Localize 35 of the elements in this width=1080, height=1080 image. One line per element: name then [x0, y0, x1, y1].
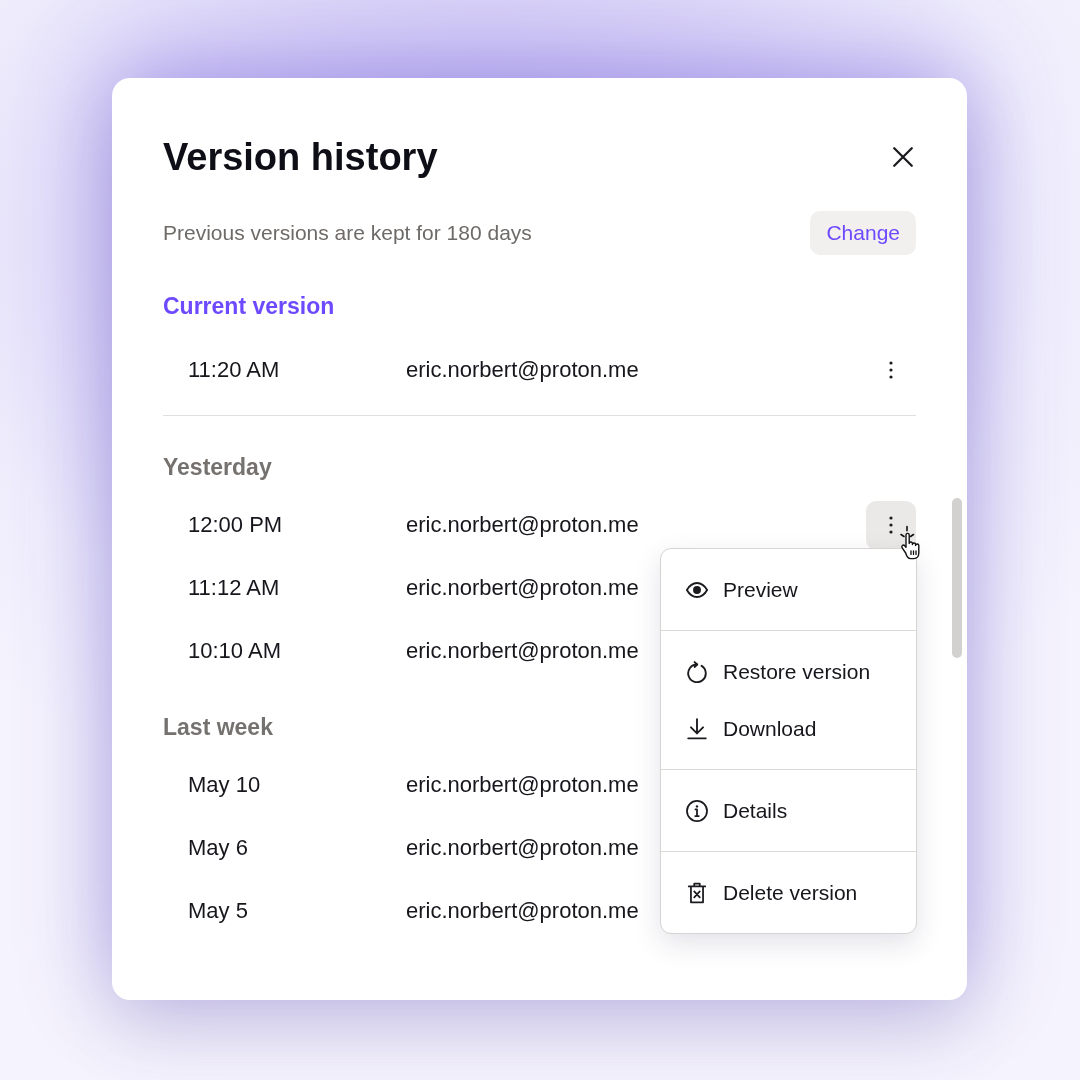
section-heading: Last week [163, 713, 273, 742]
download-icon [686, 717, 708, 740]
version-author: eric.norbert@proton.me [406, 575, 639, 601]
dialog-title: Version history [163, 135, 438, 180]
more-options-icon [889, 361, 893, 379]
menu-item[interactable]: Download [661, 700, 916, 757]
more-options-icon [889, 516, 893, 534]
version-author: eric.norbert@proton.me [406, 835, 639, 861]
version-time: 12:00 PM [188, 512, 283, 538]
version-author: eric.norbert@proton.me [406, 357, 639, 383]
version-author: eric.norbert@proton.me [406, 772, 639, 798]
section-heading: Current version [163, 292, 335, 321]
menu-item[interactable]: Delete version [661, 864, 916, 921]
version-time: 11:12 AM [188, 575, 280, 601]
close-icon [893, 147, 913, 167]
version-time: 11:20 AM [188, 357, 280, 383]
menu-item[interactable]: Restore version [661, 643, 916, 700]
trash-icon [686, 881, 708, 904]
version-author: eric.norbert@proton.me [406, 638, 639, 664]
version-author: eric.norbert@proton.me [406, 512, 639, 538]
version-time: 10:10 AM [188, 638, 281, 664]
version-author: eric.norbert@proton.me [406, 898, 639, 924]
close-button[interactable] [890, 144, 916, 170]
version-time: May 6 [188, 835, 248, 861]
version-time: May 10 [188, 772, 261, 798]
more-options-button[interactable] [866, 500, 916, 550]
circular-arrow-icon [686, 660, 708, 683]
retention-note: Previous versions are kept for 180 days [163, 221, 532, 245]
info-icon [686, 799, 708, 822]
menu-item[interactable]: Details [661, 782, 916, 839]
version-time: May 5 [188, 898, 248, 924]
menu-item[interactable]: Preview [661, 561, 916, 618]
scrollbar-thumb[interactable] [952, 498, 962, 658]
section-heading: Yesterday [163, 453, 272, 482]
change-button[interactable]: Change [810, 211, 916, 255]
